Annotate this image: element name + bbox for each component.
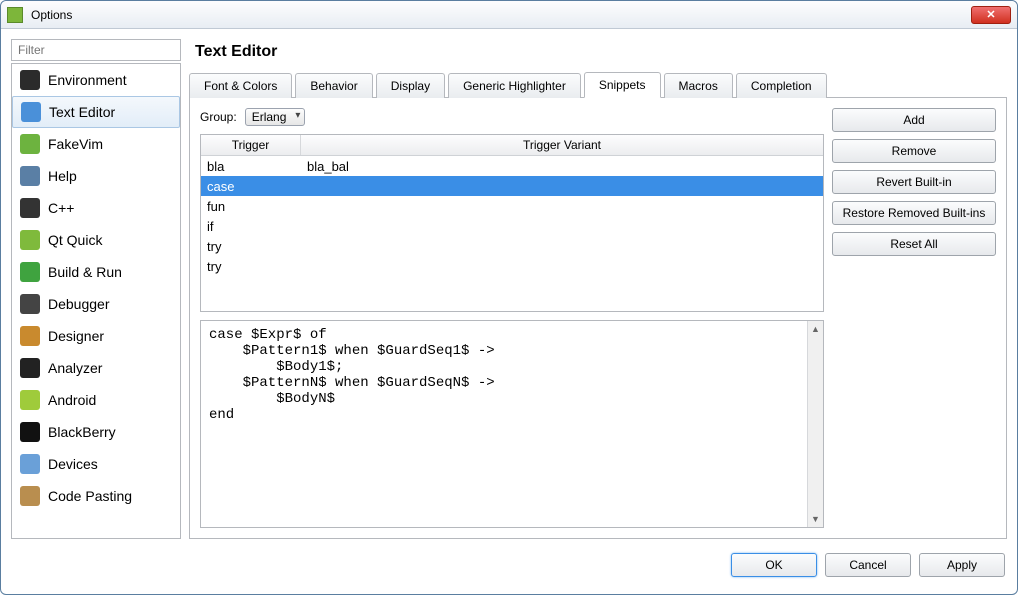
- category-icon: [20, 326, 40, 346]
- close-button[interactable]: ✕: [971, 6, 1011, 24]
- page-title: Text Editor: [189, 39, 1007, 71]
- sidebar-item-analyzer[interactable]: Analyzer: [12, 352, 180, 384]
- column-trigger[interactable]: Trigger: [201, 135, 301, 155]
- tab-strip: Font & ColorsBehaviorDisplayGeneric High…: [189, 71, 1007, 98]
- sidebar-item-android[interactable]: Android: [12, 384, 180, 416]
- cell-trigger: try: [201, 259, 301, 274]
- tab-generic-highlighter[interactable]: Generic Highlighter: [448, 73, 581, 98]
- table-row[interactable]: try: [201, 256, 823, 276]
- sidebar-item-build-run[interactable]: Build & Run: [12, 256, 180, 288]
- category-icon: [20, 486, 40, 506]
- sidebar-item-label: Build & Run: [48, 264, 122, 280]
- group-label: Group:: [200, 110, 237, 124]
- tab-macros[interactable]: Macros: [664, 73, 733, 98]
- group-select-value: Erlang: [252, 110, 287, 124]
- sidebar-item-text-editor[interactable]: Text Editor: [12, 96, 180, 128]
- tab-snippets[interactable]: Snippets: [584, 72, 661, 98]
- restore-removed-button[interactable]: Restore Removed Built-ins: [832, 201, 996, 225]
- remove-button[interactable]: Remove: [832, 139, 996, 163]
- category-icon: [20, 134, 40, 154]
- sidebar-item-c-[interactable]: C++: [12, 192, 180, 224]
- table-row[interactable]: fun: [201, 196, 823, 216]
- sidebar-item-label: Qt Quick: [48, 232, 102, 248]
- category-icon: [20, 198, 40, 218]
- snippet-scrollbar[interactable]: ▲ ▼: [807, 321, 823, 527]
- ok-button[interactable]: OK: [731, 553, 817, 577]
- category-icon: [20, 294, 40, 314]
- category-icon: [20, 390, 40, 410]
- column-variant[interactable]: Trigger Variant: [301, 135, 823, 155]
- sidebar-item-environment[interactable]: Environment: [12, 64, 180, 96]
- category-icon: [21, 102, 41, 122]
- cell-trigger: if: [201, 219, 301, 234]
- snippet-editor[interactable]: case $Expr$ of $Pattern1$ when $GuardSeq…: [200, 320, 824, 528]
- titlebar: Options ✕: [1, 1, 1017, 29]
- sidebar-item-label: Designer: [48, 328, 104, 344]
- cell-trigger: bla: [201, 159, 301, 174]
- cell-trigger: try: [201, 239, 301, 254]
- cell-variant: bla_bal: [301, 159, 823, 174]
- qt-app-icon: [7, 7, 23, 23]
- table-row[interactable]: if: [201, 216, 823, 236]
- category-icon: [20, 422, 40, 442]
- table-row[interactable]: blabla_bal: [201, 156, 823, 176]
- category-icon: [20, 262, 40, 282]
- sidebar-item-help[interactable]: Help: [12, 160, 180, 192]
- sidebar-item-label: Text Editor: [49, 104, 115, 120]
- group-select[interactable]: Erlang: [245, 108, 306, 126]
- snippets-table-body: blabla_balcasefuniftrytry: [201, 156, 823, 311]
- tab-behavior[interactable]: Behavior: [295, 73, 372, 98]
- sidebar-item-label: Devices: [48, 456, 98, 472]
- category-icon: [20, 166, 40, 186]
- sidebar-item-label: Environment: [48, 72, 127, 88]
- sidebar-item-fakevim[interactable]: FakeVim: [12, 128, 180, 160]
- category-list: Environment Text Editor FakeVim Help C++ Qt Q…: [11, 63, 181, 539]
- tab-completion[interactable]: Completion: [736, 73, 827, 98]
- close-icon: ✕: [986, 8, 995, 21]
- tab-font-colors[interactable]: Font & Colors: [189, 73, 292, 98]
- sidebar-item-label: Android: [48, 392, 96, 408]
- snippets-table: Trigger Trigger Variant blabla_balcasefu…: [200, 134, 824, 312]
- sidebar-item-debugger[interactable]: Debugger: [12, 288, 180, 320]
- cell-trigger: fun: [201, 199, 301, 214]
- sidebar-item-label: Analyzer: [48, 360, 102, 376]
- snippet-code-text[interactable]: case $Expr$ of $Pattern1$ when $GuardSeq…: [201, 321, 807, 527]
- sidebar-item-label: Help: [48, 168, 77, 184]
- sidebar-item-qt-quick[interactable]: Qt Quick: [12, 224, 180, 256]
- reset-all-button[interactable]: Reset All: [832, 232, 996, 256]
- group-row: Group: Erlang: [200, 108, 824, 126]
- tab-display[interactable]: Display: [376, 73, 445, 98]
- revert-builtin-button[interactable]: Revert Built-in: [832, 170, 996, 194]
- sidebar-item-devices[interactable]: Devices: [12, 448, 180, 480]
- sidebar-item-label: Debugger: [48, 296, 110, 312]
- scroll-up-icon[interactable]: ▲: [808, 321, 823, 337]
- cancel-button[interactable]: Cancel: [825, 553, 911, 577]
- sidebar-item-label: C++: [48, 200, 74, 216]
- sidebar-item-designer[interactable]: Designer: [12, 320, 180, 352]
- snippet-buttons: Add Remove Revert Built-in Restore Remov…: [832, 108, 996, 528]
- cell-trigger: case: [201, 179, 301, 194]
- sidebar: Environment Text Editor FakeVim Help C++ Qt Q…: [11, 39, 181, 539]
- window-title: Options: [31, 8, 72, 22]
- table-row[interactable]: try: [201, 236, 823, 256]
- sidebar-item-blackberry[interactable]: BlackBerry: [12, 416, 180, 448]
- add-button[interactable]: Add: [832, 108, 996, 132]
- category-icon: [20, 358, 40, 378]
- apply-button[interactable]: Apply: [919, 553, 1005, 577]
- table-row[interactable]: case: [201, 176, 823, 196]
- category-icon: [20, 454, 40, 474]
- sidebar-item-label: BlackBerry: [48, 424, 116, 440]
- sidebar-item-label: FakeVim: [48, 136, 103, 152]
- dialog-footer: OK Cancel Apply: [1, 549, 1017, 587]
- sidebar-item-code-pasting[interactable]: Code Pasting: [12, 480, 180, 512]
- category-icon: [20, 230, 40, 250]
- tab-content-snippets: Group: Erlang Trigger Trigger Variant bl…: [189, 98, 1007, 539]
- category-icon: [20, 70, 40, 90]
- scroll-down-icon[interactable]: ▼: [808, 511, 823, 527]
- main-panel: Text Editor Font & ColorsBehaviorDisplay…: [189, 39, 1007, 539]
- filter-input[interactable]: [11, 39, 181, 61]
- sidebar-item-label: Code Pasting: [48, 488, 132, 504]
